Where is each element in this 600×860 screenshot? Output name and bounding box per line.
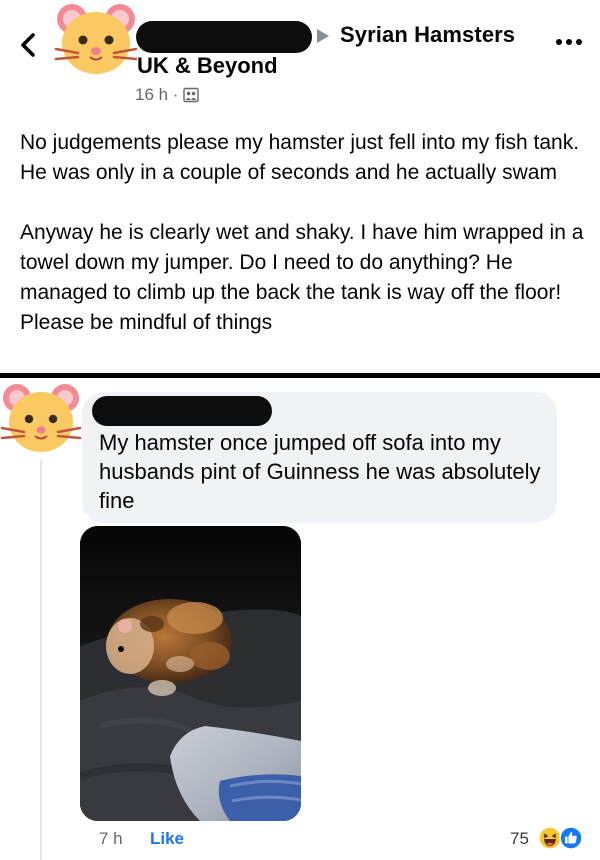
comment-timestamp[interactable]: 7 h <box>99 829 123 849</box>
more-options-icon[interactable] <box>553 30 585 54</box>
group-name-continued[interactable]: UK & Beyond <box>137 53 278 79</box>
section-divider <box>0 373 600 378</box>
reaction-count[interactable]: 75 <box>510 829 529 849</box>
comment-photo[interactable] <box>80 526 301 821</box>
hamster-photo <box>80 526 301 821</box>
post-paragraph: Anyway he is clearly wet and shaky. I ha… <box>20 221 584 334</box>
comment-thread-line <box>40 460 42 860</box>
comment-text: My hamster once jumped off sofa into my … <box>99 430 541 513</box>
post-header: Syrian Hamsters UK & Beyond 16 h · <box>0 0 600 115</box>
redacted-author-name <box>136 21 312 53</box>
post-time-text: 16 h · <box>135 85 179 104</box>
post-paragraph: No judgements please my hamster just fel… <box>20 131 580 184</box>
play-arrow-icon <box>317 29 329 43</box>
group-name[interactable]: Syrian Hamsters <box>340 22 515 48</box>
comment-bubble[interactable]: My hamster once jumped off sofa into my … <box>82 392 557 523</box>
comment-footer: 7 h Like 75 <box>0 826 600 856</box>
hamster-avatar-icon[interactable] <box>52 2 140 78</box>
group-members-icon <box>183 87 200 103</box>
like-button[interactable]: Like <box>150 829 184 849</box>
redacted-commenter-name <box>92 396 272 426</box>
like-reaction-icon[interactable] <box>559 826 583 850</box>
hamster-avatar-icon[interactable] <box>0 378 82 458</box>
back-chevron-icon[interactable] <box>14 30 44 60</box>
post-timestamp[interactable]: 16 h · <box>135 85 200 105</box>
post-body: No judgements please my hamster just fel… <box>20 128 585 338</box>
